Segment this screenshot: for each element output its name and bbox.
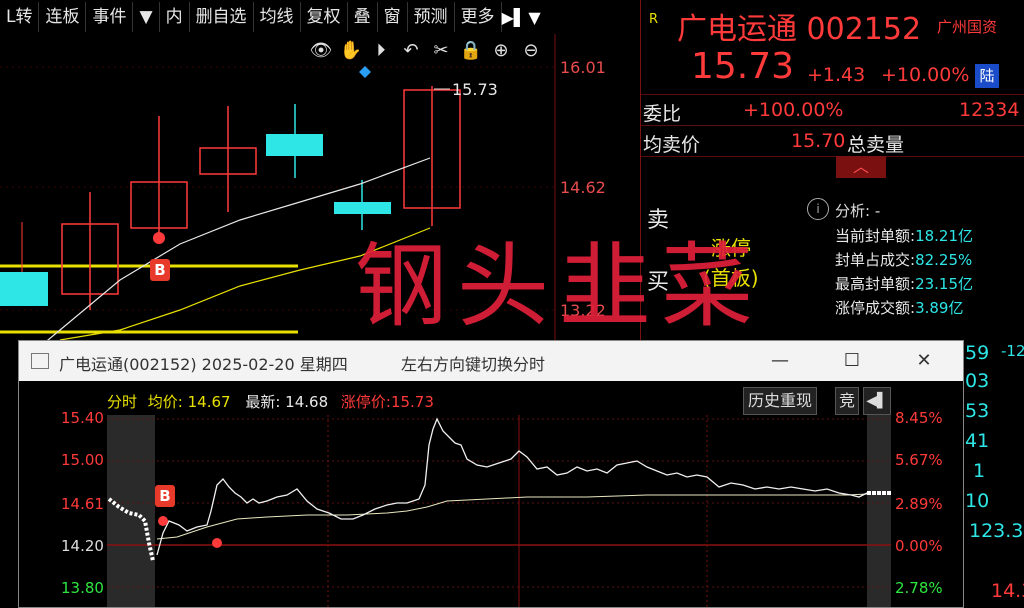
play-icon[interactable]: ▶▌	[502, 8, 527, 27]
auction-button[interactable]: 竞	[835, 387, 860, 415]
intraday-chart[interactable]	[107, 415, 891, 607]
analysis-row: 封单占成交:82.25%	[835, 251, 973, 269]
minimize-icon[interactable]: —	[757, 341, 803, 381]
partial-value: 59	[965, 342, 990, 364]
chart-toolbar: L转 连板 事件 ▼ 内 删自选 均线 复权 叠 窗 预测 更多 ▶▌ ▼	[0, 0, 560, 34]
partial-value: 03	[965, 370, 990, 392]
left-axis-label: 14.61	[61, 495, 104, 513]
window-title: 广电运通(002152) 2025-02-20 星期四	[59, 355, 348, 374]
partial-value: 10	[965, 490, 990, 512]
toolbar-item-lianban[interactable]: 连板	[39, 2, 87, 32]
right-axis-label: 0.00%	[895, 537, 943, 555]
watermark-text: 钢头韭菜	[355, 233, 764, 340]
left-axis-label: 15.00	[61, 451, 104, 469]
price-axis-label: 16.01	[560, 58, 606, 77]
weibi-label: 委比	[643, 103, 682, 125]
price-change: +1.43	[807, 64, 866, 86]
right-axis-label: 2.89%	[895, 495, 943, 513]
partial-value: 1	[973, 460, 986, 482]
stock-name: 广电运通 002152	[677, 4, 921, 48]
window-hint: 左右方向键切换分时	[401, 355, 546, 374]
toolbar-item-more[interactable]: 更多	[455, 2, 502, 32]
avg-ask-value: 15.70	[791, 130, 846, 152]
collapse-left-icon[interactable]: ◀▌	[863, 387, 891, 415]
info-latest: 最新: 14.68	[245, 393, 329, 411]
toolbar-item-forecast[interactable]: 预测	[408, 2, 455, 32]
right-axis-label: 8.45%	[895, 409, 943, 427]
info-avg: 均价: 14.67	[147, 393, 231, 411]
left-axis-label: 13.80	[61, 579, 104, 597]
info-fenshi: 分时	[107, 393, 138, 411]
window-titlebar[interactable]: 广电运通(002152) 2025-02-20 星期四 左右方向键切换分时 — …	[19, 341, 963, 381]
toolbar-item-remove-watchlist[interactable]: 删自选	[190, 2, 254, 32]
chevron-down-icon[interactable]: ▼	[524, 8, 546, 27]
info-limit: 涨停价:15.73	[340, 393, 434, 411]
exchange-badge: 陆	[975, 64, 999, 88]
toolbar-item-zhuan[interactable]: L转	[0, 2, 40, 32]
weibi-value: +100.00%	[743, 99, 844, 121]
toolbar-item-moving-average[interactable]: 均线	[254, 2, 301, 32]
analysis-list: 当前封单额:18.21亿 封单占成交:82.25% 最高封单额:23.15亿 涨…	[835, 224, 973, 320]
r-mark: R	[649, 12, 659, 27]
total-ask-label: 总卖量	[847, 134, 905, 156]
toolbar-item-window[interactable]: 窗	[378, 2, 408, 32]
analysis-title: 分析: -	[835, 202, 881, 220]
toolbar-item-events[interactable]: 事件	[86, 2, 134, 32]
analysis-row: 涨停成交额:3.89亿	[835, 299, 964, 317]
price-change-pct: +10.00%	[881, 64, 970, 86]
weibi-amount: 12334	[959, 99, 1020, 121]
history-replay-button[interactable]: 历史重现	[743, 387, 818, 415]
intraday-window: 广电运通(002152) 2025-02-20 星期四 左右方向键切换分时 — …	[18, 340, 964, 608]
partial-value: 14.3	[991, 580, 1024, 602]
stock-code: 002152	[806, 12, 922, 47]
current-price: 15.73	[691, 46, 795, 87]
left-axis-label: 14.20	[61, 537, 104, 555]
toolbar-item-adjust[interactable]: 复权	[301, 2, 348, 32]
toolbar-dropdown[interactable]: ▼	[133, 2, 160, 32]
stock-name-text: 广电运通	[677, 12, 797, 47]
partial-value: 53	[965, 400, 990, 422]
avg-ask-label: 均卖价	[643, 134, 701, 156]
analysis-row: 最高封单额:23.15亿	[835, 275, 974, 293]
left-axis-label: 15.40	[61, 409, 104, 427]
stock-tag: 广州国资	[937, 18, 998, 36]
info-icon[interactable]: i	[807, 198, 829, 220]
buy-marker[interactable]: B	[150, 259, 170, 281]
maximize-icon[interactable]: ☐	[829, 341, 875, 381]
right-axis-label: 5.67%	[895, 451, 943, 469]
intraday-info-bar: 分时 均价: 14.67 最新: 14.68 涨停价:15.73	[107, 391, 434, 412]
partial-value: 123.3	[969, 520, 1024, 542]
partial-value: 41	[965, 430, 990, 452]
weibi-row: 委比 +100.00% 12334	[641, 94, 1024, 126]
avg-ask-row: 均卖价 15.70 总卖量	[641, 126, 1024, 157]
toolbar-item-nei[interactable]: 内	[160, 2, 190, 32]
toolbar-item-overlay[interactable]: 叠	[348, 2, 378, 32]
analysis-row: 当前封单额:18.21亿	[835, 227, 974, 245]
chevron-up-icon[interactable]: ︿	[836, 156, 886, 178]
right-axis-label: 2.78%	[895, 579, 943, 597]
close-icon[interactable]: ✕	[901, 341, 947, 381]
partial-value: -12	[1001, 342, 1024, 360]
last-price-label: 15.73	[452, 80, 498, 99]
intraday-buy-marker[interactable]: B	[155, 485, 175, 507]
price-axis-label: 14.62	[560, 178, 606, 197]
app-icon	[31, 353, 49, 369]
